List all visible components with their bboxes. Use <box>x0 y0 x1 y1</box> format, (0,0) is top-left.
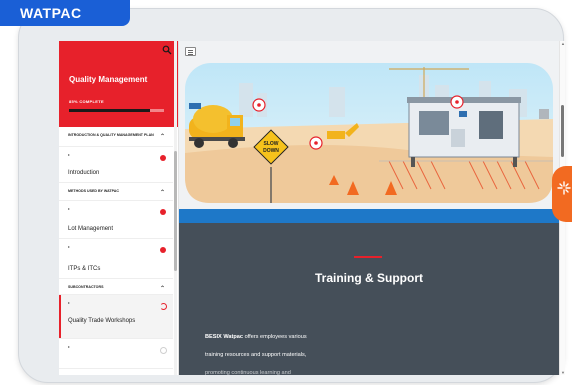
section-heading-methods[interactable]: METHODS USED BY WATPAC ⌃ <box>59 183 173 201</box>
section-divider-band <box>179 209 559 223</box>
chevron-up-icon: ⌃ <box>159 134 165 140</box>
sparkle-icon <box>557 181 571 195</box>
course-header: Quality Management 85% COMPLETE <box>59 41 178 127</box>
title-accent-line <box>354 256 382 258</box>
panel-body-bold: BESIX Watpac <box>205 334 244 340</box>
scroll-thumb[interactable] <box>174 151 177 271</box>
sign-line-2: DOWN <box>263 148 279 154</box>
progress-bar <box>69 109 164 112</box>
brand-tag: WATPAC <box>0 0 130 26</box>
section-heading-label: INTRODUCTION & QUALITY MANAGEMENT PLAN <box>68 133 154 137</box>
progress-label: 85% COMPLETE <box>69 99 104 104</box>
training-support-panel: Training & Support BESIX Watpac offers e… <box>179 223 559 375</box>
construction-site-illustration: SLOW DOWN <box>179 57 559 207</box>
menu-toggle-button[interactable] <box>185 47 196 56</box>
scroll-thumb[interactable] <box>561 105 564 157</box>
search-icon[interactable] <box>162 45 172 55</box>
chevron-up-icon: ⌃ <box>159 190 165 196</box>
scroll-up-icon[interactable]: ▲ <box>560 41 565 46</box>
lesson-introduction[interactable]: ▸ Introduction <box>59 147 173 183</box>
lesson-label: Introduction <box>68 170 100 176</box>
course-title: Quality Management <box>69 75 148 84</box>
lesson-label: Quality Trade Workshops <box>68 318 136 324</box>
lesson-label: ITPs & ITCs <box>68 266 101 272</box>
lesson-list: INTRODUCTION & QUALITY MANAGEMENT PLAN ⌃… <box>59 127 173 369</box>
status-dot-icon <box>160 209 166 215</box>
lesson-type-icon: ▸ <box>68 344 71 349</box>
section-heading-label: SUBCONTRACTORS <box>68 285 104 289</box>
lesson-type-icon: ▸ <box>68 206 71 211</box>
panel-body-line-2: training resources and support materials… <box>205 352 307 358</box>
panel-body-line-1: offers employees various <box>243 334 307 340</box>
lesson-content: SLOW DOWN Training & Support BESIX Watpa… <box>179 41 565 375</box>
hotspot-sign[interactable] <box>310 137 322 149</box>
lesson-type-icon: ▸ <box>68 152 71 157</box>
course-sidebar: Quality Management 85% COMPLETE INTRODUC… <box>59 41 179 375</box>
panel-body-line-3: promoting continuous learning and <box>205 370 291 375</box>
scroll-down-icon[interactable]: ▼ <box>560 370 565 375</box>
brand-label: WATPAC <box>20 5 82 21</box>
panel-body: BESIX Watpac offers employees various tr… <box>205 328 385 375</box>
lesson-next[interactable]: ▸ <box>59 339 173 369</box>
lesson-lot-management[interactable]: ▸ Lot Management <box>59 201 173 239</box>
lesson-label: Lot Management <box>68 226 114 232</box>
lesson-quality-trade-workshops[interactable]: ▸ Quality Trade Workshops <box>59 295 173 339</box>
section-heading-subcontractors[interactable]: SUBCONTRACTORS ⌃ <box>59 279 173 295</box>
tablet-frame: Quality Management 85% COMPLETE INTRODUC… <box>18 8 565 383</box>
status-dot-icon <box>160 155 166 161</box>
course-screen: Quality Management 85% COMPLETE INTRODUC… <box>59 41 565 375</box>
stage: WATPAC Quality Management 85% COMPLETE I… <box>0 0 572 385</box>
lesson-type-icon: ▸ <box>68 300 71 305</box>
hotspot-truck[interactable] <box>253 99 265 111</box>
sidebar-scrollbar[interactable] <box>174 41 177 375</box>
sign-line-1: SLOW <box>264 141 279 147</box>
panel-title: Training & Support <box>315 271 423 285</box>
status-dot-icon <box>160 247 166 253</box>
section-heading-intro[interactable]: INTRODUCTION & QUALITY MANAGEMENT PLAN ⌃ <box>59 127 173 147</box>
lesson-itps-itcs[interactable]: ▸ ITPs & ITCs <box>59 239 173 279</box>
floating-help-badge[interactable] <box>552 166 572 222</box>
progress-fill <box>69 109 150 112</box>
progress-ring-icon <box>160 303 167 310</box>
hotspot-office[interactable] <box>451 96 463 108</box>
status-ring-icon <box>160 347 167 354</box>
section-heading-label: METHODS USED BY WATPAC <box>68 189 119 193</box>
lesson-type-icon: ▸ <box>68 244 71 249</box>
chevron-up-icon: ⌃ <box>159 286 165 292</box>
